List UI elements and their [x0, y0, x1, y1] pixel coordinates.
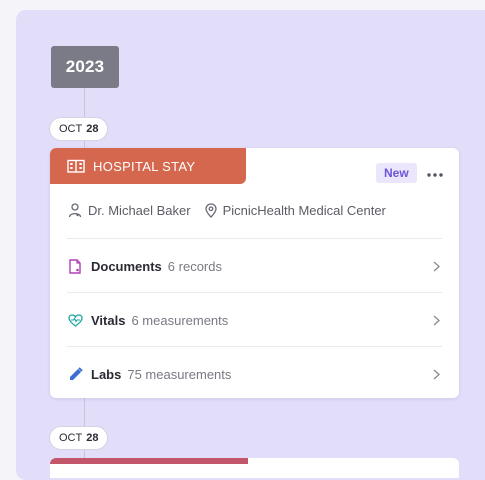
- new-badge-label: New: [384, 166, 409, 180]
- date-month: OCT: [59, 432, 83, 444]
- heart-pulse-icon: [67, 313, 83, 327]
- documents-count: 6 records: [167, 258, 222, 274]
- pipette-icon: [67, 366, 83, 382]
- provider-name[interactable]: Dr. Michael Baker: [88, 203, 191, 218]
- next-encounter-card[interactable]: [50, 458, 459, 478]
- vitals-row[interactable]: Vitals 6 measurements: [67, 294, 442, 346]
- more-dots-icon: [427, 164, 443, 182]
- date-pill: OCT 28: [49, 117, 109, 141]
- location-pin-icon: [204, 203, 217, 218]
- vitals-count: 6 measurements: [131, 312, 229, 328]
- chevron-right-icon: [433, 315, 440, 326]
- vitals-label: Vitals: [91, 312, 126, 328]
- divider: [67, 292, 442, 293]
- labs-row[interactable]: Labs 75 measurements: [67, 348, 442, 398]
- encounter-type-tag: HOSPITAL STAY: [50, 148, 246, 184]
- facility-name[interactable]: PicnicHealth Medical Center: [223, 203, 386, 218]
- year-badge: 2023: [51, 46, 119, 88]
- divider: [67, 238, 442, 239]
- encounter-meta: Dr. Michael Baker PicnicHealth Medical C…: [68, 203, 386, 218]
- document-icon: [67, 258, 83, 274]
- doctor-icon: [68, 203, 82, 218]
- next-encounter-type-tag: [50, 458, 248, 464]
- encounter-type-label: HOSPITAL STAY: [93, 158, 196, 174]
- documents-row[interactable]: Documents 6 records: [67, 240, 442, 292]
- encounter-card[interactable]: HOSPITAL STAY New Dr. Michael Baker Picn…: [50, 148, 459, 398]
- chevron-right-icon: [433, 369, 440, 380]
- date-day: 28: [86, 432, 99, 444]
- labs-label: Labs: [91, 366, 122, 382]
- date-month: OCT: [59, 123, 83, 135]
- date-pill: OCT 28: [49, 426, 109, 450]
- documents-label: Documents: [91, 258, 162, 274]
- hospital-icon: [67, 159, 85, 173]
- date-day: 28: [86, 123, 99, 135]
- new-badge: New: [376, 163, 417, 183]
- chevron-right-icon: [433, 261, 440, 272]
- more-options-button[interactable]: [423, 162, 447, 184]
- year-label: 2023: [65, 57, 105, 76]
- labs-count: 75 measurements: [127, 366, 232, 382]
- divider: [67, 346, 442, 347]
